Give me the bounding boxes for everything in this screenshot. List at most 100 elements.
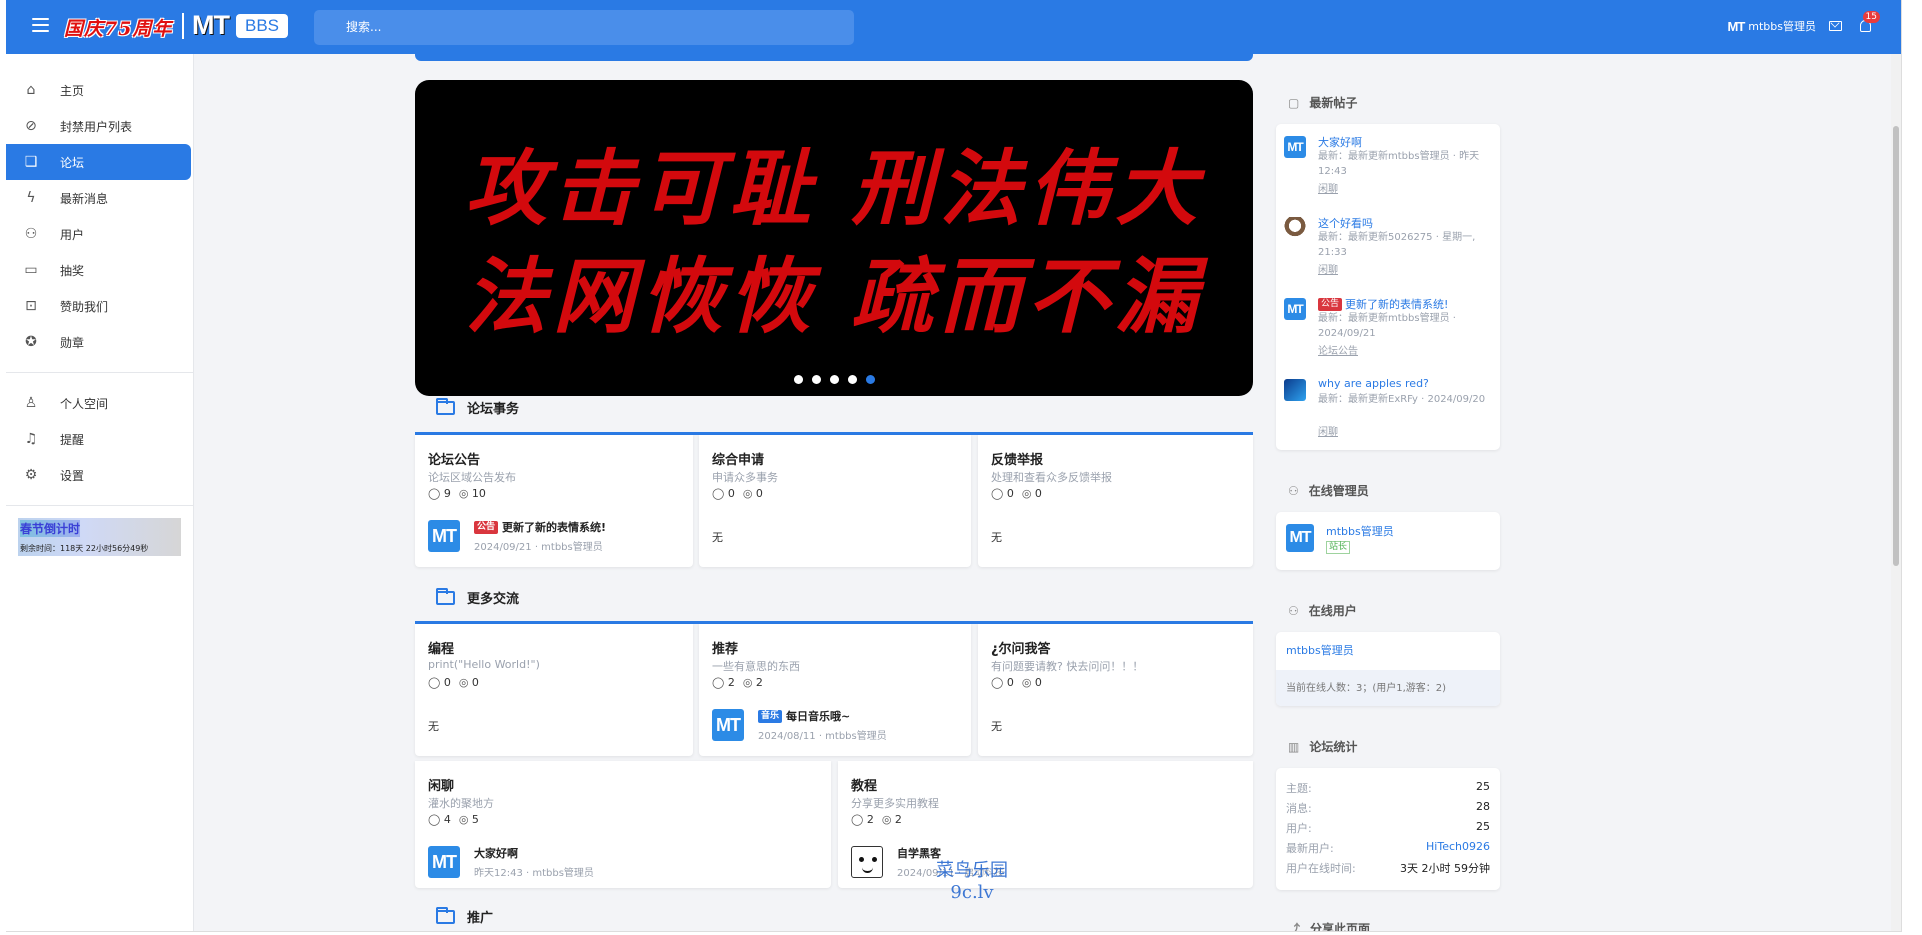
post-title[interactable]: why are apples red? [1318, 377, 1429, 390]
sidebar-item-profile[interactable]: ♙ 个人空间 [6, 385, 193, 421]
carousel-banner[interactable]: 攻击可耻 刑法伟大 法网恢恢 疏而不漏 [415, 80, 1253, 396]
post-meta: 最新：最新更新ExRFy · 2024/09/20 [1318, 394, 1486, 405]
last-post-title[interactable]: 每日音乐哦~ [786, 708, 850, 724]
stat-row: 最新用户: HiTech0926 [1286, 840, 1490, 856]
sidebar-item-home[interactable]: ⌂ 主页 [6, 72, 193, 108]
sidebar-item-users[interactable]: ⚇ 用户 [6, 216, 193, 252]
forum-card[interactable]: 编程 print("Hello World!") ◯ 0 ◎ 0 无 [415, 624, 693, 756]
scrollbar-thumb[interactable] [1893, 126, 1899, 566]
section-header[interactable]: 更多交流 [436, 587, 519, 607]
section-header[interactable]: 论坛事务 [436, 397, 519, 417]
thread-count: 0 [1006, 676, 1014, 689]
list-item[interactable]: 这个好看吗 最新：最新更新5026275 · 星期一, 21:33 闲聊 [1284, 215, 1494, 285]
user-menu[interactable]: MT mtbbs管理员 [1727, 18, 1816, 34]
forum-stats: ◯ 0 ◎ 0 [991, 676, 1042, 689]
mail-icon[interactable] [1829, 21, 1842, 31]
logo-separator [182, 13, 184, 39]
carousel-dot[interactable] [812, 375, 821, 384]
page-scrollbar[interactable] [1891, 54, 1901, 931]
post-title[interactable]: 更新了新的表情系统! [1345, 296, 1448, 312]
sidebar-item-label: 赞助我们 [60, 299, 109, 314]
sidebar-item-medals[interactable]: ✪ 勋章 [6, 324, 193, 360]
list-item[interactable]: MT 大家好啊 最新：最新更新mtbbs管理员 · 昨天 12:43 闲聊 [1284, 134, 1494, 204]
forum-name[interactable]: 论坛公告 [428, 449, 480, 468]
forum-name[interactable]: 编程 [428, 638, 454, 657]
carousel-dot[interactable] [848, 375, 857, 384]
comment-icon: ◯ [428, 487, 441, 500]
stat-value: 25 [1476, 820, 1490, 833]
last-post[interactable]: MT 公告 更新了新的表情系统! 2024/09/21 · mtbbs管理员 [428, 519, 606, 553]
replies-icon: ◎ [881, 813, 892, 826]
post-category[interactable]: 闲聊 [1318, 180, 1338, 195]
site-logo[interactable]: MT [192, 10, 230, 41]
forum-desc: 一些有意思的东西 [712, 660, 800, 673]
forum-desc: print("Hello World!") [428, 658, 540, 671]
post-title[interactable]: 这个好看吗 [1318, 215, 1373, 231]
forum-name[interactable]: 推荐 [712, 638, 738, 657]
last-post[interactable]: MT 音乐 每日音乐哦~ 2024/08/11 · mtbbs管理员 [712, 708, 887, 742]
list-item[interactable]: MT 公告 更新了新的表情系统! 最新：最新更新mtbbs管理员 · 2024/0… [1284, 296, 1494, 366]
sidebar-item-banned-users[interactable]: ⊘ 封禁用户列表 [6, 108, 193, 144]
search-input[interactable]: 搜索... [314, 10, 854, 45]
comment-icon: ◯ [851, 813, 864, 826]
sidebar-item-sponsor[interactable]: ⊡ 赞助我们 [6, 288, 193, 324]
list-item[interactable]: why are apples red? 最新：最新更新ExRFy · 2024/… [1284, 377, 1494, 447]
replies-icon: ◎ [458, 487, 469, 500]
forum-name[interactable]: 闲聊 [428, 775, 454, 794]
forum-card[interactable]: 论坛公告 论坛区域公告发布 ◯ 9 ◎ 10 MT 公告 更新了新的表情系统! 20… [415, 435, 693, 567]
last-post[interactable]: MT 大家好啊 昨天12:43 · mtbbs管理员 [428, 845, 594, 879]
admin-name[interactable]: mtbbs管理员 [1326, 523, 1394, 539]
forum-stats: ◯ 0 ◎ 0 [712, 487, 763, 500]
gear-icon: ⚙ [24, 467, 38, 483]
sidebar-item-lottery[interactable]: ▭ 抽奖 [6, 252, 193, 288]
forum-card[interactable]: 推荐 一些有意思的东西 ◯ 2 ◎ 2 MT 音乐 每日音乐哦~ 2024/08/1… [699, 624, 971, 756]
last-post-meta: 2024/09/21 · mtbbs管理员 [474, 542, 603, 553]
last-post-title[interactable]: 大家好啊 [474, 845, 518, 861]
newest-user-link[interactable]: HiTech0926 [1426, 840, 1490, 856]
site-logo-bbs[interactable]: BBS [236, 14, 289, 38]
medal-icon: ✪ [25, 334, 37, 350]
post-category[interactable]: 论坛公告 [1318, 342, 1358, 357]
home-icon: ⌂ [26, 82, 36, 98]
user-ban-icon: ⊘ [25, 118, 37, 134]
replies-icon: ◎ [458, 813, 469, 826]
forum-card[interactable]: 综合申请 申请众多事务 ◯ 0 ◎ 0 无 [699, 435, 971, 567]
sidebar-item-label: 主页 [60, 83, 85, 98]
forum-stats: ◯ 4 ◎ 5 [428, 813, 479, 826]
carousel-dot-active[interactable] [866, 375, 875, 384]
menu-icon[interactable] [32, 18, 49, 32]
music-badge: 音乐 [758, 709, 783, 723]
online-admins-header: ⚇ 在线管理员 [1288, 482, 1369, 499]
carousel-dot[interactable] [830, 375, 839, 384]
forum-name[interactable]: ¿尔问我答 [991, 638, 1051, 657]
forum-icon: ❑ [24, 154, 38, 170]
forum-card[interactable]: 闲聊 灌水的聚地方 ◯ 4 ◎ 5 MT 大家好啊 昨天12:43 · mtbbs… [415, 761, 831, 888]
forum-card[interactable]: ¿尔问我答 有问题要请教? 快去问问！！！ ◯ 0 ◎ 0 无 [978, 624, 1253, 756]
stat-value: 3天 2小时 59分钟 [1400, 862, 1490, 875]
last-post-title[interactable]: 更新了新的表情系统! [502, 519, 606, 535]
sidebar-item-forum[interactable]: ❑ 论坛 [6, 144, 191, 180]
lightning-icon: ϟ [26, 190, 36, 206]
thread-count: 4 [443, 813, 451, 826]
forum-stats: ◯ 2 ◎ 2 [851, 813, 902, 826]
post-category[interactable]: 闲聊 [1318, 261, 1338, 276]
post-category[interactable]: 闲聊 [1318, 423, 1338, 438]
last-post-title[interactable]: 自学黑客 [897, 845, 941, 861]
sidebar-item-latest[interactable]: ϟ 最新消息 [6, 180, 193, 216]
avatar [1284, 217, 1306, 239]
online-user[interactable]: mtbbs管理员 [1286, 642, 1354, 658]
forum-name[interactable]: 教程 [851, 775, 877, 794]
forum-desc: 申请众多事务 [712, 471, 778, 484]
carousel-dot[interactable] [794, 375, 803, 384]
thread-count: 2 [866, 813, 874, 826]
sidebar-item-settings[interactable]: ⚙ 设置 [6, 457, 193, 493]
sidebar-item-alerts[interactable]: ♫ 提醒 [6, 421, 193, 457]
forum-name[interactable]: 反馈举报 [991, 449, 1043, 468]
post-title[interactable]: 大家好啊 [1318, 134, 1362, 150]
comment-icon: ◯ [991, 487, 1004, 500]
forum-card[interactable]: 教程 分享更多实用教程 ◯ 2 ◎ 2 自学黑客 2024/09/11 · 启动科… [838, 761, 1253, 888]
forum-name[interactable]: 综合申请 [712, 449, 764, 468]
forum-card[interactable]: 反馈举报 处理和查看众多反馈举报 ◯ 0 ◎ 0 无 [978, 435, 1253, 567]
section-header[interactable]: 推广 [436, 906, 493, 926]
comment-icon: ◯ [428, 813, 441, 826]
